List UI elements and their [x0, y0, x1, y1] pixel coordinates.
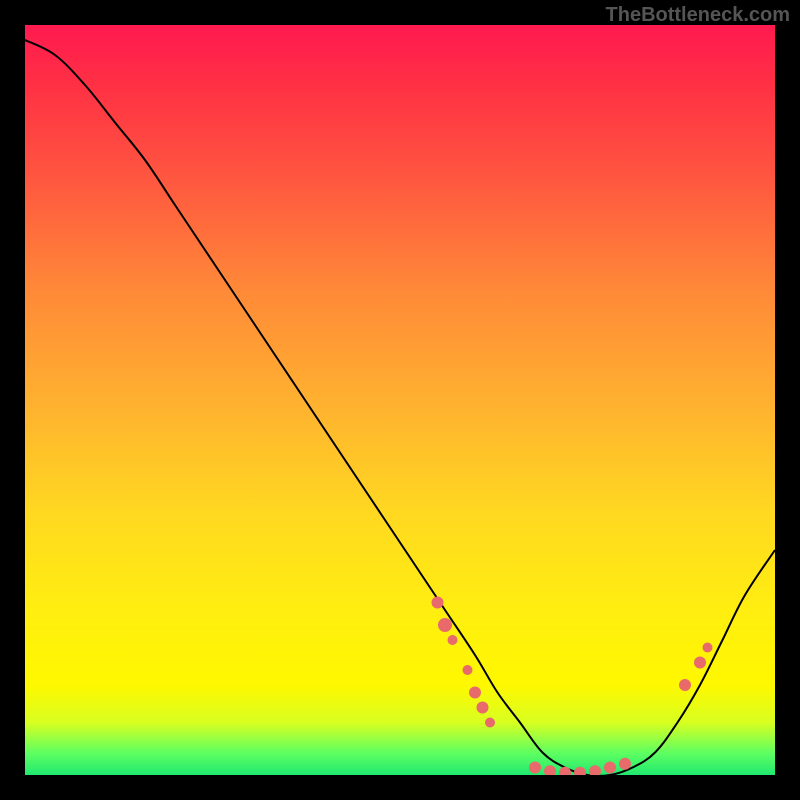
marker-dot [544, 765, 556, 775]
marker-dot [574, 767, 586, 775]
marker-dot [463, 665, 473, 675]
marker-dot [438, 618, 452, 632]
marker-dot [589, 765, 601, 775]
marker-dot [619, 758, 631, 770]
watermark-text: TheBottleneck.com [606, 4, 790, 27]
plot-area [25, 25, 775, 775]
marker-dot [703, 643, 713, 653]
marker-dot [485, 718, 495, 728]
marker-dot [448, 635, 458, 645]
marker-dot [679, 679, 691, 691]
curve-markers [432, 597, 713, 776]
marker-dot [529, 762, 541, 774]
chart-svg [25, 25, 775, 775]
marker-dot [469, 687, 481, 699]
marker-dot [694, 657, 706, 669]
bottleneck-curve [25, 40, 775, 775]
marker-dot [477, 702, 489, 714]
marker-dot [432, 597, 444, 609]
marker-dot [559, 767, 571, 775]
marker-dot [604, 762, 616, 774]
